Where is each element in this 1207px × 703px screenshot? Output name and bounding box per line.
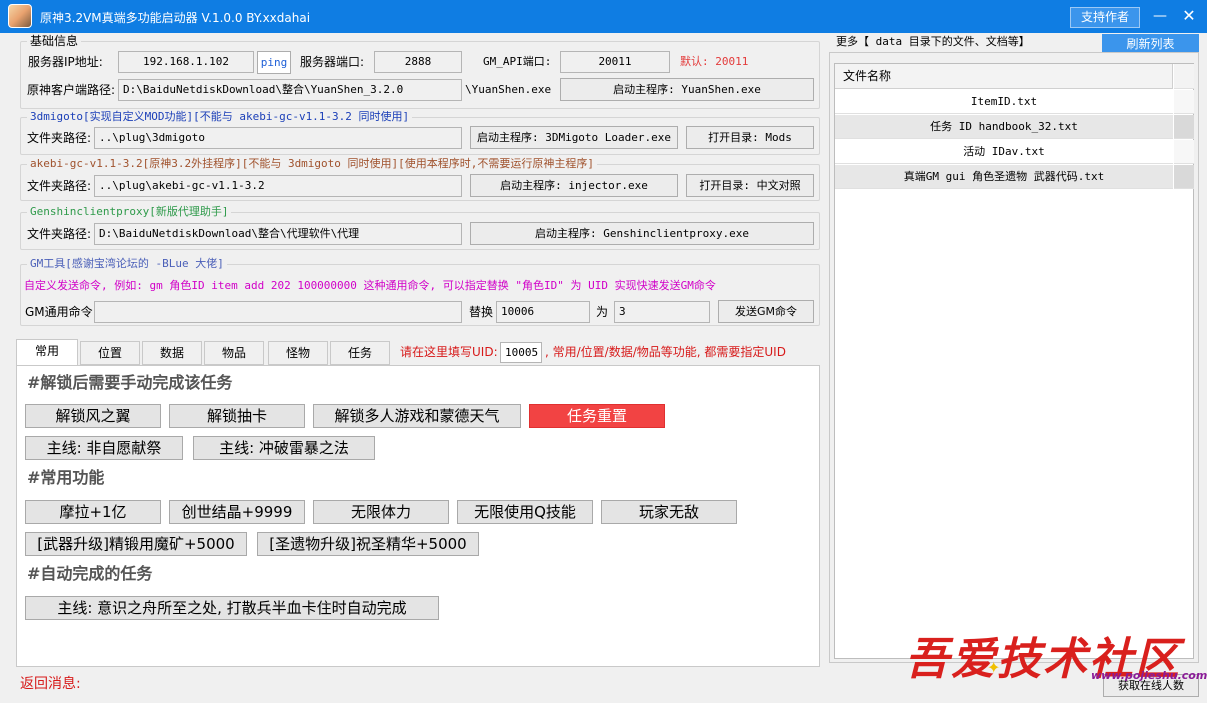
infinite-stamina-button[interactable]: 无限体力 [313, 500, 449, 524]
tab-quests[interactable]: 任务 [330, 341, 390, 365]
uid-label: 请在这里填写UID: [400, 345, 498, 359]
section-heading-auto: #自动完成的任务 [27, 564, 153, 583]
files-panel: 文件名称 ItemID.txt 任务 ID handbook_32.txt 活动… [829, 52, 1199, 663]
weapon-ore-button[interactable]: [武器升级]精锻用魔矿+5000 [25, 532, 247, 556]
mora-button[interactable]: 摩拉+1亿 [25, 500, 161, 524]
default-port-note: 默认: 20011 [680, 55, 749, 68]
file-row-itemid[interactable]: ItemID.txt [835, 90, 1173, 114]
file-name-column-header[interactable]: 文件名称 [835, 64, 1173, 89]
open-mods-button[interactable]: 打开目录: Mods [686, 126, 814, 149]
file-row-activity[interactable]: 活动 IDav.txt [835, 140, 1173, 164]
uid-input[interactable]: 10005 [500, 342, 542, 363]
with-input[interactable]: 3 [614, 301, 710, 323]
sparkle-icon: ✦ [987, 658, 1001, 677]
list-scroll-header [1174, 64, 1194, 89]
artifact-essence-button[interactable]: [圣遗物升级]祝圣精华+5000 [257, 532, 479, 556]
migoto-folder-input[interactable]: ..\plug\3dmigoto [94, 127, 462, 149]
tab-data[interactable]: 数据 [142, 341, 202, 365]
section-heading-common: #常用功能 [27, 468, 105, 487]
list-scroll-cell [1174, 115, 1194, 139]
gm-api-port-input[interactable]: 20011 [560, 51, 670, 73]
main-quest-auto-button[interactable]: 主线: 意识之舟所至之处, 打散兵半血卡住时自动完成 [25, 596, 439, 620]
window-title: 原神3.2VM真端多功能启动器 V.1.0.0 BY.xxdahai [40, 11, 311, 25]
unlock-multiplayer-button[interactable]: 解锁多人游戏和蒙德天气 [313, 404, 521, 428]
watermark-url: www.pojieshu.com [1091, 669, 1207, 682]
minimize-icon[interactable]: — [1150, 7, 1170, 27]
reset-quest-button[interactable]: 任务重置 [529, 404, 665, 428]
server-ip-label: 服务器IP地址: [28, 55, 103, 69]
ping-button[interactable]: ping [257, 51, 291, 74]
client-path-input[interactable]: D:\BaiduNetdiskDownload\整合\YuanShen_3.2.… [118, 79, 462, 101]
main-quest-storm-button[interactable]: 主线: 冲破雷暴之法 [193, 436, 375, 460]
gm-command-input[interactable] [94, 301, 462, 323]
tab-monsters[interactable]: 怪物 [268, 341, 328, 365]
uid-note: , 常用/位置/数据/物品等功能, 都需要指定UID [545, 345, 786, 359]
launch-migoto-button[interactable]: 启动主程序: 3DMigoto Loader.exe [470, 126, 678, 149]
launch-yuanshen-button[interactable]: 启动主程序: YuanShen.exe [560, 78, 814, 101]
proxy-folder-input[interactable]: D:\BaiduNetdiskDownload\整合\代理软件\代理 [94, 223, 462, 245]
launch-injector-button[interactable]: 启动主程序: injector.exe [470, 174, 678, 197]
akebi-group-title: akebi-gc-v1.1-3.2[原神3.2外挂程序][不能与 3dmigot… [27, 157, 598, 171]
section-heading-unlock: #解锁后需要手动完成该任务 [27, 373, 233, 392]
server-port-label: 服务器端口: [300, 55, 365, 69]
migoto-group-title: 3dmigoto[实现自定义MOD功能][不能与 akebi-gc-v1.1-3… [27, 110, 413, 124]
infinite-q-skill-button[interactable]: 无限使用Q技能 [457, 500, 593, 524]
list-scroll-cell [1174, 90, 1194, 114]
migoto-folder-label: 文件夹路径: [27, 131, 92, 145]
client-exe-suffix: \YuanShen.exe [465, 83, 552, 96]
file-row-gm-codes[interactable]: 真端GM gui 角色圣遗物 武器代码.txt [835, 165, 1173, 189]
app-icon [8, 4, 32, 28]
genesis-crystal-button[interactable]: 创世结晶+9999 [169, 500, 305, 524]
files-group-title: 更多【 data 目录下的文件、文档等】 [836, 35, 1030, 48]
replace-input[interactable]: 10006 [496, 301, 590, 323]
replace-label: 替换 [469, 305, 494, 319]
unlock-wings-button[interactable]: 解锁风之翼 [25, 404, 161, 428]
akebi-folder-input[interactable]: ..\plug\akebi-gc-v1.1-3.2 [94, 175, 462, 197]
tab-position[interactable]: 位置 [80, 341, 140, 365]
client-path-label: 原神客户端路径: [27, 83, 116, 97]
akebi-folder-label: 文件夹路径: [27, 179, 92, 193]
tab-common[interactable]: 常用 [16, 339, 78, 366]
tab-items[interactable]: 物品 [204, 341, 264, 365]
support-author-button[interactable]: 支持作者 [1070, 7, 1140, 28]
launch-proxy-button[interactable]: 启动主程序: Genshinclientproxy.exe [470, 222, 814, 245]
send-gm-button[interactable]: 发送GM命令 [718, 300, 814, 323]
gm-command-label: GM通用命令: [25, 305, 97, 319]
file-row-handbook[interactable]: 任务 ID handbook_32.txt [835, 115, 1173, 139]
server-ip-input[interactable]: 192.168.1.102 [118, 51, 254, 73]
main-window: 基础信息 服务器IP地址: 192.168.1.102 ping 服务器端口: … [0, 33, 1207, 703]
open-chinese-reference-button[interactable]: 打开目录: 中文对照 [686, 174, 814, 197]
proxy-folder-label: 文件夹路径: [27, 227, 92, 241]
invincible-button[interactable]: 玩家无敌 [601, 500, 737, 524]
watermark-logo: 吾爱技术社区 ✦ www.pojieshu.com [905, 623, 1207, 693]
main-quest-sacrifice-button[interactable]: 主线: 非自愿献祭 [25, 436, 183, 460]
gm-api-port-label: GM_API端口: [483, 55, 552, 68]
proxy-group-title: Genshinclientproxy[新版代理助手] [27, 205, 232, 219]
server-port-input[interactable]: 2888 [374, 51, 462, 73]
unlock-gacha-button[interactable]: 解锁抽卡 [169, 404, 305, 428]
close-icon[interactable]: ✕ [1178, 6, 1200, 28]
title-bar: 原神3.2VM真端多功能启动器 V.1.0.0 BY.xxdahai 支持作者 … [0, 0, 1207, 33]
gm-tool-group-title: GM工具[感谢宝湾论坛的 -BLue 大佬] [27, 257, 227, 271]
with-label: 为 [596, 305, 609, 319]
basic-info-title: 基础信息 [27, 34, 82, 48]
return-message-label: 返回消息: [20, 676, 81, 692]
list-scroll-cell [1174, 165, 1194, 189]
list-scroll-cell [1174, 140, 1194, 164]
tab-panel-common: #解锁后需要手动完成该任务 解锁风之翼 解锁抽卡 解锁多人游戏和蒙德天气 任务重… [16, 365, 820, 667]
gm-hint-text: 自定义发送命令, 例如: gm 角色ID item add 202 100000… [24, 279, 716, 292]
file-list[interactable]: 文件名称 ItemID.txt 任务 ID handbook_32.txt 活动… [834, 63, 1194, 659]
